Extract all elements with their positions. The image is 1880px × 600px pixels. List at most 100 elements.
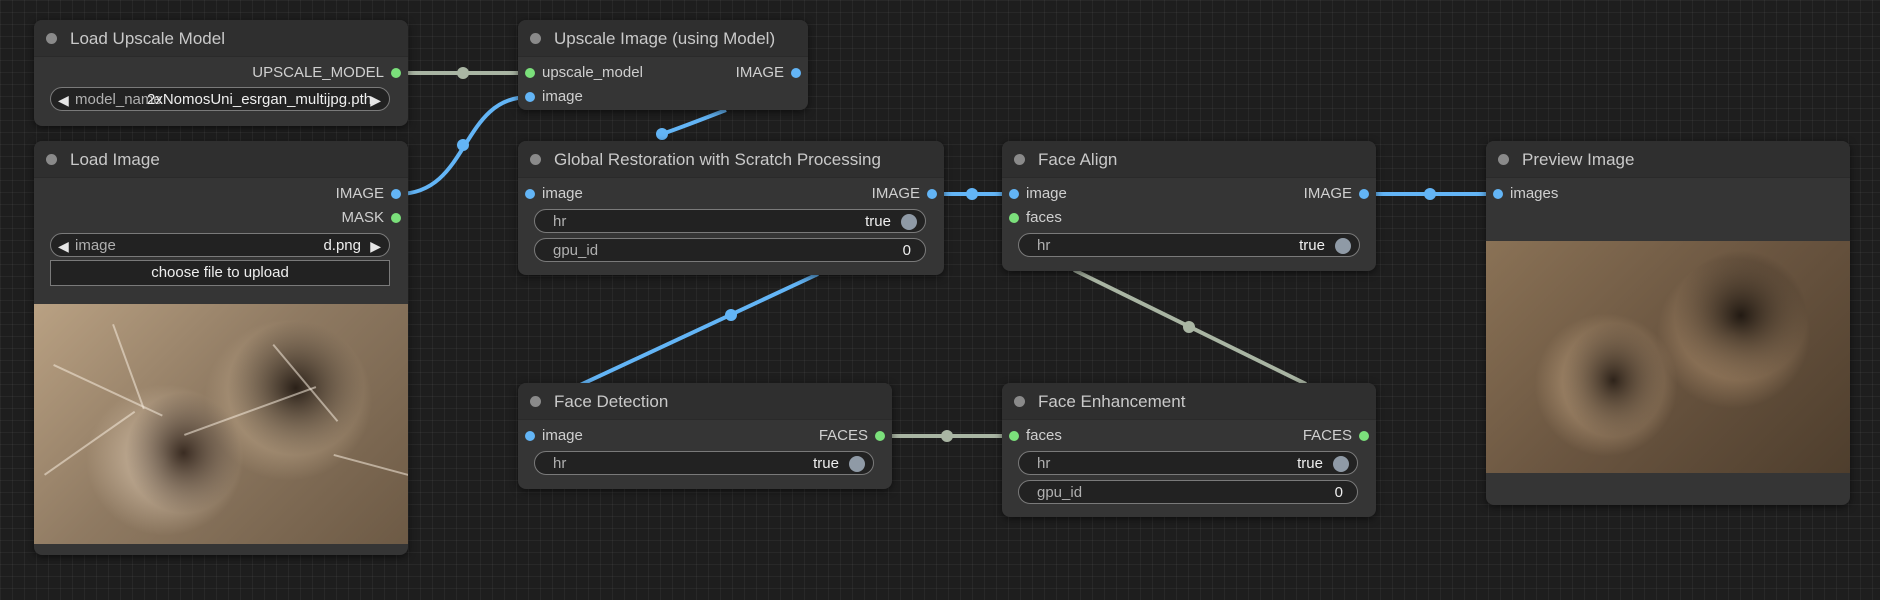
input-socket[interactable] [1009,189,1019,199]
link-enhancement-to-align[interactable] [1073,268,1307,386]
collapse-toggle[interactable] [46,33,57,44]
hr-toggle[interactable]: hr true [534,451,874,475]
scratch-mark [44,410,135,476]
collapse-toggle[interactable] [46,154,57,165]
link-upscale-to-restoration[interactable] [661,108,727,136]
link-midpoint[interactable] [656,128,668,140]
output-upscale-model[interactable]: UPSCALE_MODEL [252,64,408,82]
output-socket[interactable] [875,431,885,441]
output-faces[interactable]: FACES [1303,427,1376,445]
widget-label: image [75,237,116,254]
node-face-enhancement[interactable]: Face Enhancement faces FACES hr true gpu… [1002,383,1376,517]
slot-label: MASK [341,209,384,226]
input-socket[interactable] [1009,431,1019,441]
hr-toggle[interactable]: hr true [1018,233,1360,257]
slot-label: image [542,88,583,105]
output-socket[interactable] [391,189,401,199]
node-header[interactable]: Load Upscale Model [34,20,408,57]
node-face-detection[interactable]: Face Detection image FACES hr true [518,383,892,489]
slot-label: UPSCALE_MODEL [252,64,384,81]
node-header[interactable]: Face Enhancement [1002,383,1376,420]
node-header[interactable]: Load Image [34,141,408,178]
arrow-right-icon[interactable]: ▶ [370,88,381,112]
node-load-upscale-model[interactable]: Load Upscale Model UPSCALE_MODEL ◀ model… [34,20,408,126]
widget-value: 0 [1334,484,1343,501]
upload-button[interactable]: choose file to upload [50,260,390,286]
input-image[interactable]: image [1002,185,1067,203]
input-socket[interactable] [525,189,535,199]
collapse-toggle[interactable] [1014,396,1025,407]
input-image[interactable]: image [518,88,583,106]
widget-value: true [1299,237,1325,254]
collapse-toggle[interactable] [530,33,541,44]
input-socket[interactable] [525,92,535,102]
arrow-left-icon[interactable]: ◀ [58,234,69,258]
output-socket[interactable] [791,68,801,78]
node-header[interactable]: Preview Image [1486,141,1850,178]
hr-toggle[interactable]: hr true [1018,451,1358,475]
output-image[interactable]: IMAGE [736,64,808,82]
output-socket[interactable] [391,213,401,223]
output-socket[interactable] [391,68,401,78]
link-midpoint[interactable] [966,188,978,200]
link-midpoint[interactable] [1183,321,1195,333]
toggle-knob[interactable] [1335,238,1351,254]
input-socket[interactable] [1493,189,1503,199]
gpu-id-number[interactable]: gpu_id 0 [534,238,926,262]
image-combo[interactable]: ◀ image d.png ▶ [50,233,390,257]
toggle-knob[interactable] [901,214,917,230]
link-midpoint[interactable] [941,430,953,442]
node-preview-image[interactable]: Preview Image images [1486,141,1850,505]
slot-label: image [1026,185,1067,202]
input-socket[interactable] [525,431,535,441]
output-socket[interactable] [1359,189,1369,199]
output-image[interactable]: IMAGE [336,185,408,203]
link-midpoint[interactable] [457,67,469,79]
node-global-restoration[interactable]: Global Restoration with Scratch Processi… [518,141,944,275]
input-image[interactable]: image [518,185,583,203]
input-upscale-model[interactable]: upscale_model [518,64,643,82]
node-upscale-image[interactable]: Upscale Image (using Model) upscale_mode… [518,20,808,110]
node-load-image[interactable]: Load Image IMAGE MASK ◀ image d.png ▶ ch… [34,141,408,555]
input-socket[interactable] [525,68,535,78]
toggle-knob[interactable] [1333,456,1349,472]
arrow-right-icon[interactable]: ▶ [370,234,381,258]
node-header[interactable]: Upscale Image (using Model) [518,20,808,57]
node-header[interactable]: Face Detection [518,383,892,420]
collapse-toggle[interactable] [1498,154,1509,165]
output-mask[interactable]: MASK [341,209,408,227]
gpu-id-number[interactable]: gpu_id 0 [1018,480,1358,504]
node-face-align[interactable]: Face Align image faces IMAGE hr true [1002,141,1376,271]
input-image[interactable]: image [518,427,583,445]
model-name-combo[interactable]: ◀ model_name 2xNomosUni_esrgan_multijpg.… [50,87,390,111]
widget-label: hr [1037,237,1051,254]
input-socket[interactable] [1009,213,1019,223]
slot-label: FACES [1302,427,1352,444]
input-faces[interactable]: faces [1002,209,1062,227]
input-images[interactable]: images [1486,185,1558,203]
link-load-to-upscale[interactable] [397,95,530,196]
output-image[interactable]: IMAGE [872,185,944,203]
hr-toggle[interactable]: hr true [534,209,926,233]
collapse-toggle[interactable] [530,396,541,407]
widget-label: hr [1037,455,1051,472]
output-faces[interactable]: FACES [819,427,892,445]
link-midpoint[interactable] [725,309,737,321]
node-header[interactable]: Face Align [1002,141,1376,178]
node-title: Face Align [1038,150,1118,169]
widget-label: hr [553,213,567,230]
output-socket[interactable] [1359,431,1369,441]
arrow-left-icon[interactable]: ◀ [58,88,69,112]
node-header[interactable]: Global Restoration with Scratch Processi… [518,141,944,178]
input-faces[interactable]: faces [1002,427,1062,445]
output-image[interactable]: IMAGE [1304,185,1376,203]
link-midpoint[interactable] [457,139,469,151]
link-midpoint[interactable] [1424,188,1436,200]
widget-label: gpu_id [1037,484,1083,501]
node-title: Upscale Image (using Model) [554,29,776,48]
collapse-toggle[interactable] [530,154,541,165]
link-restoration-to-detection[interactable] [577,272,819,388]
output-socket[interactable] [927,189,937,199]
toggle-knob[interactable] [849,456,865,472]
collapse-toggle[interactable] [1014,154,1025,165]
